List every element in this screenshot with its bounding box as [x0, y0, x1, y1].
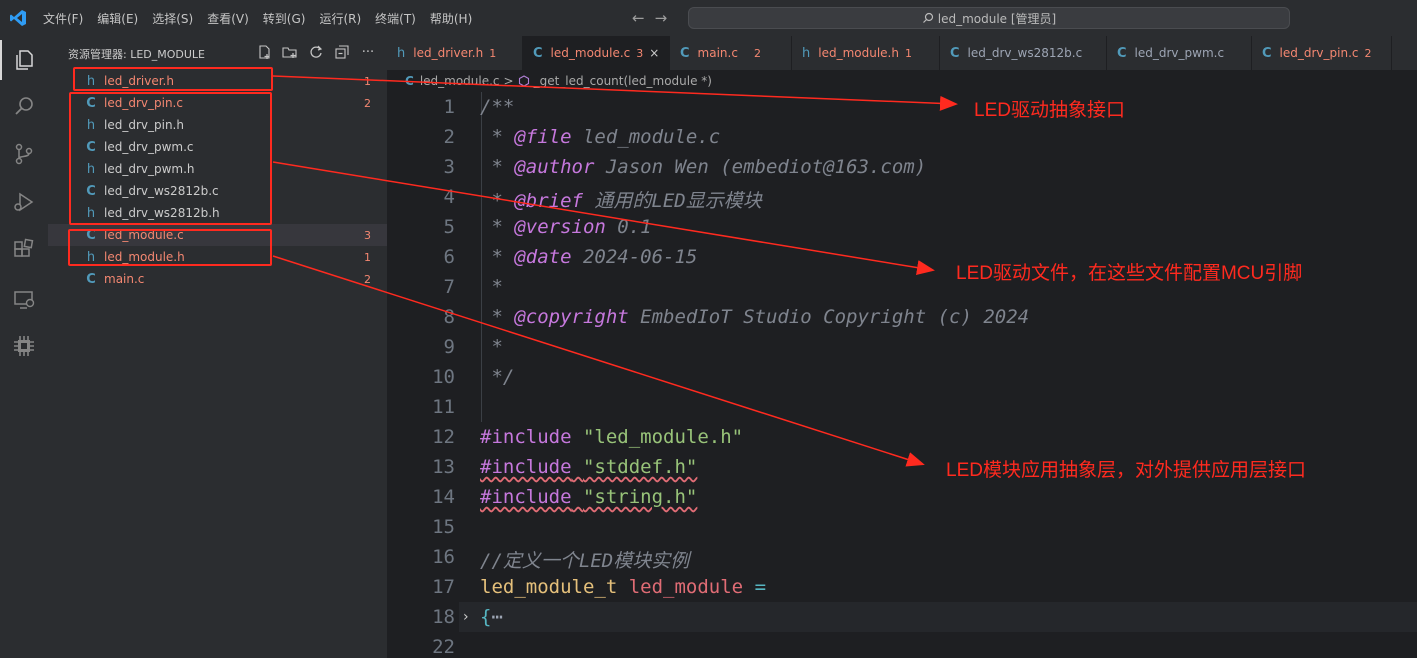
arrow-drv-files — [272, 161, 935, 275]
annotation-driver-files: LED驱动文件，在这些文件配置MCU引脚 — [956, 263, 1303, 284]
annotation-module-layer: LED模块应用抽象层，对外提供应用层接口 — [946, 460, 1306, 481]
arrow-module — [272, 255, 925, 467]
annotation-driver-interface: LED驱动抽象接口 — [974, 100, 1125, 121]
annotation-arrows — [272, 75, 958, 467]
arrow-driver — [272, 75, 958, 111]
